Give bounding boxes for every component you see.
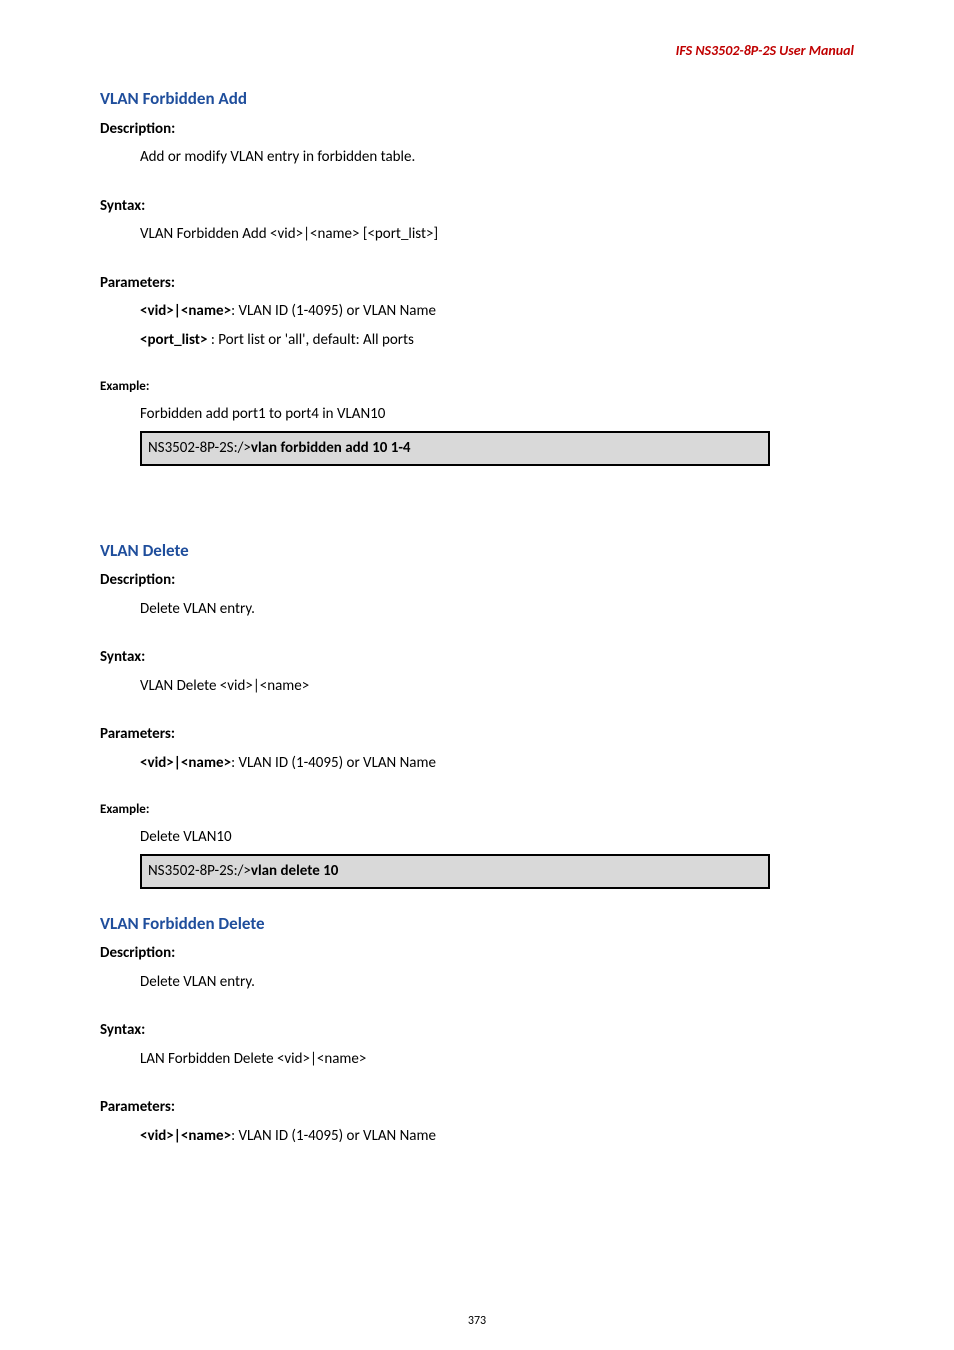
syntax-text: VLAN Forbidden Add <vid>|<name> [<port_l…	[140, 223, 854, 246]
parameter-desc: : VLAN ID (1-4095) or VLAN Name	[231, 754, 436, 772]
description-label: Description:	[100, 118, 854, 141]
code-box: NS3502-8P-2S:/>vlan delete 10	[140, 854, 770, 889]
parameter-desc: : Port list or 'all', default: All ports	[207, 331, 413, 349]
description-label: Description:	[100, 942, 854, 965]
description-text: Add or modify VLAN entry in forbidden ta…	[140, 146, 854, 169]
description-text: Delete VLAN entry.	[140, 598, 854, 621]
parameter-row: <vid>|<name>: VLAN ID (1-4095) or VLAN N…	[140, 1125, 854, 1148]
description-text: Delete VLAN entry.	[140, 971, 854, 994]
example-text: Delete VLAN10	[140, 826, 854, 849]
document-header: IFS NS3502-8P-2S User Manual	[100, 40, 854, 61]
parameter-desc: : VLAN ID (1-4095) or VLAN Name	[231, 302, 436, 320]
parameter-key: <vid>|<name>	[140, 754, 231, 772]
syntax-label: Syntax:	[100, 195, 854, 218]
page-number: 373	[0, 1312, 954, 1330]
parameters-label: Parameters:	[100, 723, 854, 746]
parameter-row: <vid>|<name>: VLAN ID (1-4095) or VLAN N…	[140, 752, 854, 775]
parameters-label: Parameters:	[100, 1096, 854, 1119]
example-text: Forbidden add port1 to port4 in VLAN10	[140, 403, 854, 426]
parameter-key: <vid>|<name>	[140, 1127, 231, 1145]
parameter-key: <vid>|<name>	[140, 302, 231, 320]
parameter-desc: : VLAN ID (1-4095) or VLAN Name	[231, 1127, 436, 1145]
code-command: vlan forbidden add 10 1-4	[251, 439, 411, 457]
example-label: Example:	[100, 377, 854, 397]
parameters-label: Parameters:	[100, 272, 854, 295]
parameter-row: <vid>|<name>: VLAN ID (1-4095) or VLAN N…	[140, 300, 854, 323]
syntax-text: LAN Forbidden Delete <vid>|<name>	[140, 1048, 854, 1071]
section-heading-vlan-forbidden-delete: VLAN Forbidden Delete	[100, 911, 854, 937]
code-command: vlan delete 10	[251, 862, 339, 880]
description-label: Description:	[100, 569, 854, 592]
syntax-label: Syntax:	[100, 1019, 854, 1042]
section-heading-vlan-forbidden-add: VLAN Forbidden Add	[100, 86, 854, 112]
code-prompt: NS3502-8P-2S:/>	[148, 862, 251, 880]
parameter-key: <port_list>	[140, 331, 207, 349]
syntax-text: VLAN Delete <vid>|<name>	[140, 675, 854, 698]
example-label: Example:	[100, 800, 854, 820]
syntax-label: Syntax:	[100, 646, 854, 669]
code-prompt: NS3502-8P-2S:/>	[148, 439, 251, 457]
section-heading-vlan-delete: VLAN Delete	[100, 538, 854, 564]
parameter-row: <port_list> : Port list or 'all', defaul…	[140, 329, 854, 352]
code-box: NS3502-8P-2S:/>vlan forbidden add 10 1-4	[140, 431, 770, 466]
